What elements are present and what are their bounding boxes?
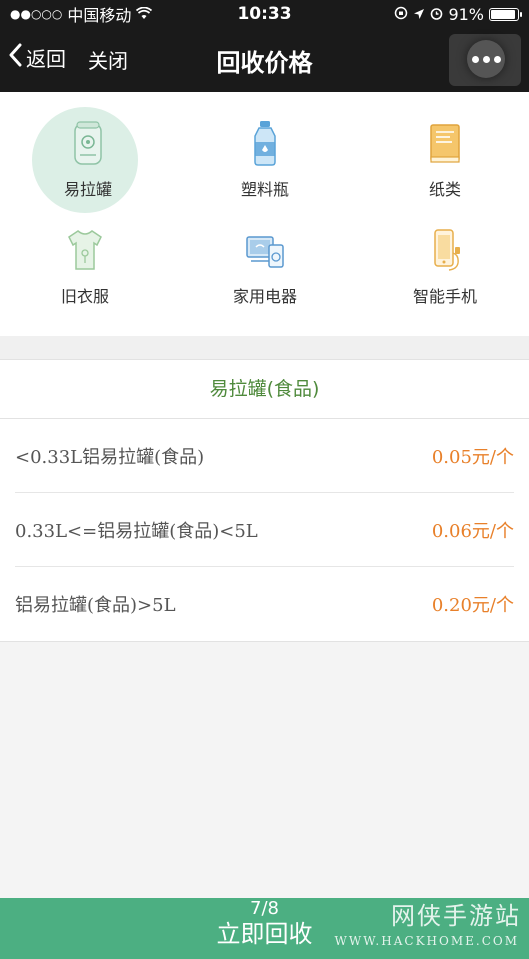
category-label: 旧衣服 [60, 287, 109, 306]
signal-strength: ●●○○○ [10, 7, 63, 21]
more-button[interactable] [449, 34, 521, 86]
phone-icon [434, 229, 460, 271]
status-left: ●●○○○ 中国移动 [10, 2, 153, 26]
section-divider [0, 336, 529, 360]
category-bottle[interactable]: 塑料瓶 [210, 92, 320, 199]
more-dots-icon [467, 40, 505, 78]
appliance-icon [246, 236, 284, 268]
status-bar: ●●○○○ 中国移动 10:33 91% [0, 0, 529, 28]
status-right: 91% [394, 4, 522, 24]
book-icon [430, 124, 460, 163]
category-paper[interactable]: 纸类 [390, 92, 500, 199]
rotation-lock-icon [394, 5, 408, 24]
item-price: 0.06元/个 [431, 521, 514, 542]
category-label: 智能手机 [412, 287, 477, 306]
category-grid: 易拉罐 塑料瓶 纸类 旧衣服 家用电器 智能手机 [0, 92, 529, 337]
price-row[interactable]: 0.33L<=铝易拉罐(食品)<5L 0.06元/个 [15, 493, 514, 567]
battery-percent: 91% [448, 4, 484, 24]
category-phone[interactable]: 智能手机 [390, 199, 500, 306]
item-name: <0.33L铝易拉罐(食品) [15, 447, 205, 468]
item-price: 0.20元/个 [431, 595, 514, 616]
price-list: 易拉罐(食品) <0.33L铝易拉罐(食品) 0.05元/个 0.33L<=铝易… [0, 359, 529, 642]
price-row[interactable]: 铝易拉罐(食品)>5L 0.20元/个 [15, 567, 514, 640]
category-label: 易拉罐 [63, 180, 112, 199]
alarm-icon [430, 5, 443, 24]
wifi-icon [136, 5, 153, 24]
carrier-name: 中国移动 [67, 6, 132, 25]
category-label: 家用电器 [232, 287, 297, 306]
item-name: 0.33L<=铝易拉罐(食品)<5L [15, 521, 258, 542]
category-label: 塑料瓶 [240, 180, 289, 199]
category-label: 纸类 [428, 180, 461, 199]
category-appliance[interactable]: 家用电器 [210, 199, 320, 306]
price-section-title: 易拉罐(食品) [0, 360, 529, 419]
nav-bar: 返回 关闭 回收价格 [0, 28, 529, 92]
price-row[interactable]: <0.33L铝易拉罐(食品) 0.05元/个 [15, 419, 514, 493]
watermark-url-text: WWW.HACKHOME.COM [334, 934, 519, 948]
watermark-main-text: 网侠手游站 [391, 902, 521, 930]
shirt-icon [68, 230, 102, 270]
category-clothes[interactable]: 旧衣服 [30, 199, 140, 306]
category-can[interactable]: 易拉罐 [32, 92, 143, 213]
battery-icon [489, 7, 522, 21]
location-icon [413, 5, 425, 24]
bottle-icon [254, 121, 276, 166]
site-watermark: 网侠手游站 WWW.HACKHOME.COM [335, 894, 521, 958]
item-price: 0.05元/个 [431, 447, 514, 468]
can-icon [74, 121, 102, 165]
item-name: 铝易拉罐(食品)>5L [15, 595, 176, 616]
